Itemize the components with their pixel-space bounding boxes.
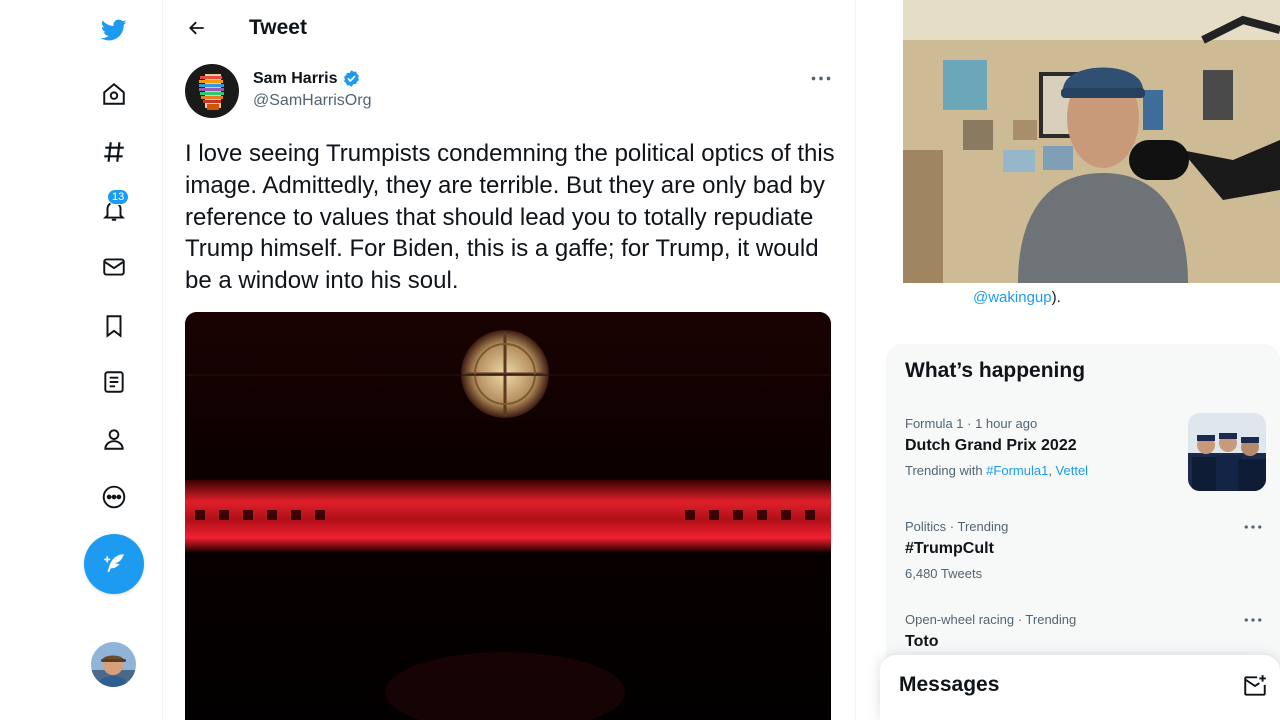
author-name[interactable]: Sam Harris xyxy=(253,69,361,88)
home-icon[interactable] xyxy=(90,70,138,118)
trend-meta: Politics · Trending xyxy=(905,519,1009,534)
tweet-detail-column: Tweet Sam Harris @SamHarrisOrg I love se… xyxy=(162,0,856,720)
right-sidebar: @wakingup). What’s happening Formula 1 ·… xyxy=(884,0,1280,720)
twitter-logo-icon[interactable] xyxy=(90,6,138,54)
more-circle-icon[interactable] xyxy=(90,473,138,521)
tweet-text: I love seeing Trumpists condemning the p… xyxy=(185,140,835,295)
back-arrow-icon xyxy=(189,21,204,35)
trend-tweet-count: 6,480 Tweets xyxy=(905,566,983,581)
notification-count-badge: 13 xyxy=(107,189,130,205)
bio-text-tail: @wakingup). xyxy=(973,289,1061,306)
messages-title: Messages xyxy=(899,673,1000,696)
author-avatar[interactable] xyxy=(185,64,239,118)
trend-link-formula1[interactable]: #Formula1 xyxy=(986,463,1048,478)
lists-icon[interactable] xyxy=(90,358,138,406)
tweet-media-image[interactable] xyxy=(185,312,831,720)
trend-link-vettel[interactable]: Vettel xyxy=(1056,463,1089,478)
verified-badge-icon xyxy=(343,70,359,87)
page-title: Tweet xyxy=(249,16,307,39)
bookmarks-icon[interactable] xyxy=(90,302,138,350)
bio-link-wakingup[interactable]: @wakingup xyxy=(973,289,1052,306)
compose-feather-icon xyxy=(104,554,124,573)
compose-tweet-button[interactable] xyxy=(84,534,144,594)
bio-suffix: ). xyxy=(1051,289,1061,306)
explore-hashtag-icon[interactable] xyxy=(90,128,138,176)
trend-title: Toto xyxy=(905,633,939,650)
new-message-icon[interactable] xyxy=(1242,673,1268,699)
webcam-overlay-image xyxy=(903,0,1280,283)
trend-item[interactable]: Open-wheel racing · Trending Toto xyxy=(905,612,1265,651)
trend-sub-prefix: Trending with xyxy=(905,463,987,478)
messages-envelope-icon[interactable] xyxy=(90,243,138,291)
author-handle[interactable]: @SamHarrisOrg xyxy=(253,92,371,110)
more-dots-icon xyxy=(1244,525,1262,529)
app-root: 13 Tweet Sam Harris @SamHarrisOrg I love… xyxy=(0,0,1280,720)
author-display-name: Sam Harris xyxy=(253,69,338,87)
profile-person-icon[interactable] xyxy=(90,415,138,463)
whats-happening-title: What’s happening xyxy=(905,359,1086,382)
trend-more-button[interactable] xyxy=(1241,612,1265,628)
trend-title: #TrumpCult xyxy=(905,540,994,557)
trend-thumbnail-image xyxy=(1188,413,1266,491)
more-dots-icon xyxy=(1244,618,1262,622)
trend-item[interactable]: Politics · Trending #TrumpCult 6,480 Twe… xyxy=(905,519,1265,581)
back-button[interactable] xyxy=(179,10,215,46)
trend-sub-separator: , xyxy=(1048,463,1056,478)
trend-more-button[interactable] xyxy=(1241,519,1265,535)
account-avatar[interactable] xyxy=(91,642,136,687)
messages-drawer[interactable]: Messages xyxy=(880,655,1280,720)
tweet-more-button[interactable] xyxy=(805,66,837,90)
more-dots-icon xyxy=(811,76,831,80)
trend-meta: Open-wheel racing · Trending xyxy=(905,612,1077,627)
